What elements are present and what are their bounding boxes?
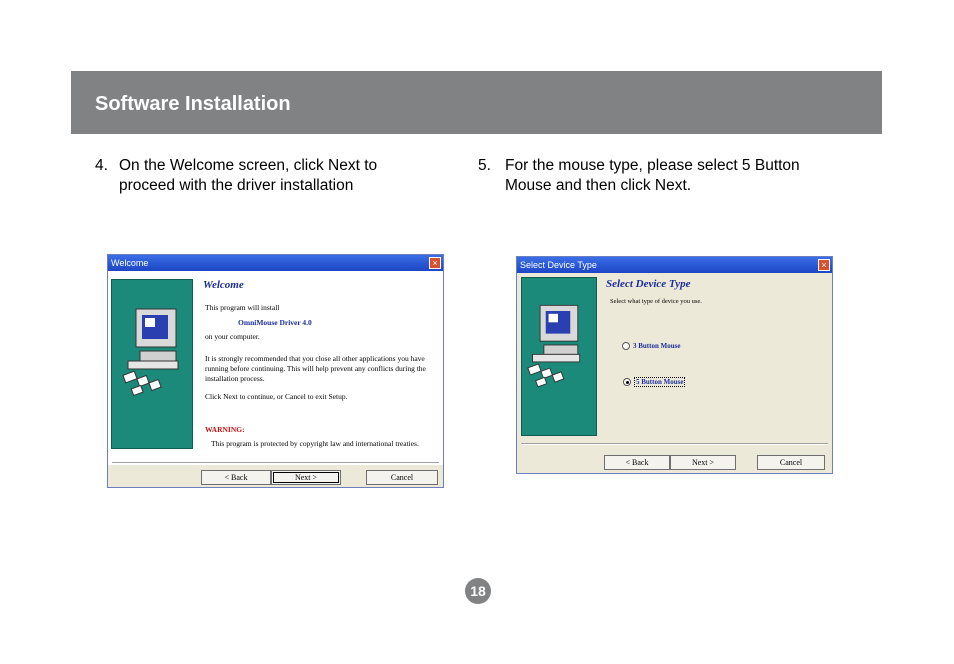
- dialog-titlebar: Select Device Type ×: [517, 257, 832, 273]
- radio-3-button-mouse[interactable]: 3 Button Mouse: [622, 342, 680, 351]
- step-number: 5.: [478, 157, 491, 174]
- back-button[interactable]: < Back: [604, 455, 670, 470]
- dialog-heading: Select Device Type: [606, 278, 691, 290]
- back-button[interactable]: < Back: [201, 470, 271, 485]
- step-number: 4.: [95, 157, 108, 174]
- radio-button[interactable]: [622, 342, 630, 351]
- warning-label: WARNING:: [205, 425, 245, 434]
- divider: [112, 462, 439, 464]
- section-header: Software Installation: [71, 71, 882, 134]
- page-number: 18: [465, 578, 491, 604]
- computer-icon: [122, 308, 179, 397]
- cancel-button[interactable]: Cancel: [757, 455, 825, 470]
- step-text: On the Welcome screen, click Next to pro…: [119, 157, 378, 194]
- close-icon[interactable]: ×: [818, 259, 830, 271]
- product-name: OmniMouse Driver 4.0: [238, 318, 312, 327]
- dialog-heading: Welcome: [203, 279, 244, 291]
- cancel-button[interactable]: Cancel: [366, 470, 438, 485]
- dialog-title: Welcome: [111, 258, 149, 268]
- install-line: This program will install: [205, 303, 280, 312]
- select-device-dialog: Select Device Type × Select Device Type …: [516, 256, 833, 474]
- next-button[interactable]: Next >: [271, 470, 341, 485]
- dialog-title: Select Device Type: [520, 260, 597, 270]
- close-icon[interactable]: ×: [429, 257, 441, 269]
- warning-text: This program is protected by copyright l…: [211, 439, 419, 448]
- welcome-dialog: Welcome × Welcome This program will inst…: [107, 254, 444, 488]
- section-title: Software Installation: [95, 93, 291, 115]
- divider: [521, 443, 828, 445]
- radio-label: 3 Button Mouse: [633, 342, 681, 350]
- recommend-text: It is strongly recommended that you clos…: [205, 354, 426, 383]
- radio-5-button-mouse[interactable]: 5 Button Mouse: [623, 377, 686, 387]
- radio-label: 5 Button Mouse: [634, 377, 686, 387]
- on-computer-line: on your computer.: [205, 332, 260, 341]
- next-button[interactable]: Next >: [670, 455, 736, 470]
- click-next-text: Click Next to continue, or Cancel to exi…: [205, 392, 348, 401]
- step-text: For the mouse type, please select 5 Butt…: [505, 157, 800, 194]
- dialog-titlebar: Welcome ×: [108, 255, 443, 271]
- device-prompt: Select what type of device you use.: [610, 298, 702, 305]
- radio-button-selected[interactable]: [623, 378, 631, 387]
- computer-icon: [527, 304, 581, 388]
